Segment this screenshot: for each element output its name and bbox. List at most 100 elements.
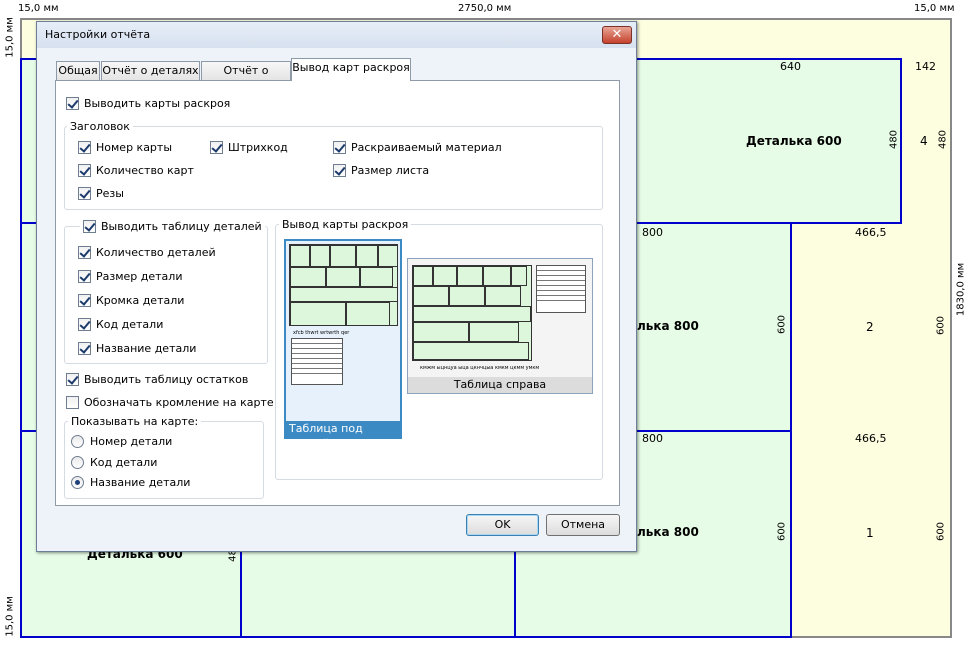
- radio-circle: [71, 476, 84, 489]
- radio-part-code[interactable]: Код детали: [71, 456, 157, 469]
- checkbox-box: [78, 294, 91, 307]
- waste-mid-right-width: 466,5: [855, 226, 887, 239]
- mini-cell: [483, 266, 511, 286]
- tab-panel: Выводить карты раскроя Заголовок Номер к…: [55, 80, 620, 506]
- mini-caption-right: кмжм ыцнцуа ыца цкнчцыа кмкм цкмм умкм: [420, 365, 540, 371]
- part-low-left-label: лька 800: [637, 525, 699, 539]
- cancel-button[interactable]: Отмена: [546, 514, 620, 536]
- part-edge-checkbox[interactable]: Кромка детали: [78, 294, 184, 307]
- mini-caption-below: xfcb thwrt wrtwrth qer: [293, 330, 350, 336]
- header-group-label: Заголовок: [67, 120, 133, 133]
- barcode-checkbox[interactable]: Штрихкод: [210, 141, 288, 154]
- mini-map-right: [412, 265, 532, 361]
- tab-print-maps[interactable]: Вывод карт раскроя: [291, 58, 411, 81]
- sheet-size-checkbox[interactable]: Размер листа: [333, 164, 429, 177]
- checkbox-box: [78, 318, 91, 331]
- print-maps-label: Выводить карты раскроя: [84, 97, 231, 110]
- mini-cell: [511, 266, 527, 286]
- radio-part-number[interactable]: Номер детали: [71, 435, 172, 448]
- radio-circle: [71, 435, 84, 448]
- barcode-label: Штрихкод: [228, 141, 288, 154]
- part-top-label: Деталька 600: [746, 134, 842, 148]
- checkbox-box: [78, 141, 91, 154]
- ruler-left-top: 15,0 мм: [4, 17, 16, 58]
- tab-maps-report[interactable]: Отчёт о картах: [201, 61, 291, 95]
- mini-cell: [310, 245, 330, 267]
- cuts-checkbox[interactable]: Резы: [78, 187, 124, 200]
- part-low-left-height: 600: [776, 521, 788, 542]
- checkbox-box: [78, 246, 91, 259]
- mini-cell: [378, 245, 398, 267]
- waste-top-number: 4: [920, 134, 928, 148]
- mini-cell: [457, 266, 483, 286]
- tab-parts-report[interactable]: Отчёт о деталях: [101, 61, 200, 81]
- checkbox-box: [333, 164, 346, 177]
- preview-table-below[interactable]: xfcb thwrt wrtwrth qer Таблица под карто…: [284, 239, 402, 450]
- mini-cell: [290, 245, 310, 267]
- waste-low-right-height: 600: [935, 521, 947, 542]
- card-count-checkbox[interactable]: Количество карт: [78, 164, 194, 177]
- print-maps-checkbox[interactable]: Выводить карты раскроя: [66, 97, 230, 110]
- part-top-height-right: 480: [888, 129, 900, 150]
- remnants-table-checkbox[interactable]: Выводить таблицу остатков: [66, 373, 248, 386]
- part-size-checkbox[interactable]: Размер детали: [78, 270, 182, 283]
- preview-table-right[interactable]: кмжм ыцнцуа ыца цкнчцыа кмкм цкмм умкм Т…: [407, 258, 593, 394]
- part-low-left-width: 800: [642, 432, 663, 445]
- dialog-title: Настройки отчёта: [45, 28, 151, 41]
- radio-part-name[interactable]: Название детали: [71, 476, 190, 489]
- checkbox-box: [66, 373, 79, 386]
- radio-part-number-label: Номер детали: [90, 435, 173, 448]
- card-number-checkbox[interactable]: Номер карты: [78, 141, 172, 154]
- tab-general[interactable]: Общая: [56, 61, 100, 81]
- part-code-checkbox[interactable]: Код детали: [78, 318, 163, 331]
- waste-top-width: 142: [915, 60, 936, 73]
- remnants-table-label: Выводить таблицу остатков: [84, 373, 249, 386]
- checkbox-box: [83, 220, 96, 233]
- checkbox-box: [210, 141, 223, 154]
- cuts-label: Резы: [96, 187, 124, 200]
- mini-cell: [360, 267, 393, 287]
- close-icon[interactable]: ✕: [602, 26, 632, 44]
- mini-cell: [290, 302, 346, 326]
- mini-cell: [326, 267, 360, 287]
- material-checkbox[interactable]: Раскраиваемый материал: [333, 141, 502, 154]
- ruler-left-bottom: 15,0 мм: [4, 596, 16, 637]
- checkbox-box: [78, 342, 91, 355]
- mini-table-right: [536, 265, 586, 313]
- preview-right-caption: Таблица справа: [408, 377, 592, 393]
- parts-qty-checkbox[interactable]: Количество деталей: [78, 246, 216, 259]
- waste-low-right-number: 1: [866, 526, 874, 540]
- mini-map-below: [289, 244, 398, 326]
- mini-cell: [485, 286, 521, 306]
- checkbox-box: [78, 164, 91, 177]
- layout-group-label: Вывод карты раскроя: [279, 218, 412, 231]
- ok-button[interactable]: OK: [466, 514, 539, 536]
- mini-cell: [413, 266, 433, 286]
- checkbox-box: [333, 141, 346, 154]
- mini-table-below: [291, 338, 343, 385]
- part-mid-left-width: 800: [642, 226, 663, 239]
- mini-cell: [449, 286, 485, 306]
- mini-cell: [330, 245, 356, 267]
- mark-edging-checkbox[interactable]: Обозначать кромление на карте: [66, 396, 274, 409]
- mini-cell: [413, 286, 449, 306]
- part-top-width: 640: [780, 60, 801, 73]
- mini-cell: [433, 266, 457, 286]
- part-name-checkbox[interactable]: Название детали: [78, 342, 196, 355]
- parts-qty-label: Количество деталей: [96, 246, 216, 259]
- ruler-right-mid: 1830,0 мм: [955, 262, 967, 317]
- part-size-label: Размер детали: [96, 270, 183, 283]
- waste-top-height: 480: [937, 129, 949, 150]
- dialog-titlebar[interactable]: Настройки отчёта ✕: [37, 22, 636, 48]
- parts-table-label: Выводить таблицу деталей: [101, 220, 262, 233]
- parts-table-checkbox[interactable]: Выводить таблицу деталей: [80, 220, 265, 233]
- mini-cell: [290, 267, 326, 287]
- card-count-label: Количество карт: [96, 164, 194, 177]
- mini-cell: [346, 302, 390, 326]
- mark-edging-label: Обозначать кромление на карте: [84, 396, 274, 409]
- checkbox-box: [66, 396, 79, 409]
- show-on-map-label: Показывать на карте:: [68, 415, 202, 428]
- part-code-label: Код детали: [96, 318, 164, 331]
- report-settings-dialog: Настройки отчёта ✕ Общая Отчёт о деталях…: [36, 21, 637, 552]
- sheet-size-label: Размер листа: [351, 164, 430, 177]
